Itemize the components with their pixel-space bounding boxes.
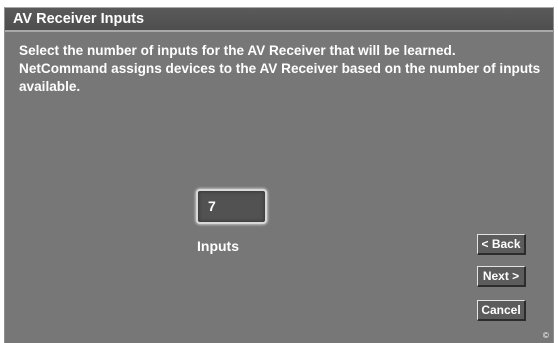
inputs-count-value: 7 [208, 198, 216, 214]
instructions-text: Select the number of inputs for the AV R… [19, 43, 541, 94]
back-button[interactable]: < Back [477, 234, 526, 255]
inputs-label: Inputs [197, 238, 239, 254]
next-button[interactable]: Next > [477, 266, 526, 287]
cancel-button[interactable]: Cancel [477, 300, 526, 321]
dialog-title: AV Receiver Inputs [13, 11, 145, 27]
title-bar: AV Receiver Inputs [5, 8, 553, 32]
dialog-window: AV Receiver Inputs Select the number of … [4, 7, 554, 343]
copyright-mark: © [543, 331, 549, 340]
inputs-count-field[interactable]: 7 [196, 189, 267, 224]
